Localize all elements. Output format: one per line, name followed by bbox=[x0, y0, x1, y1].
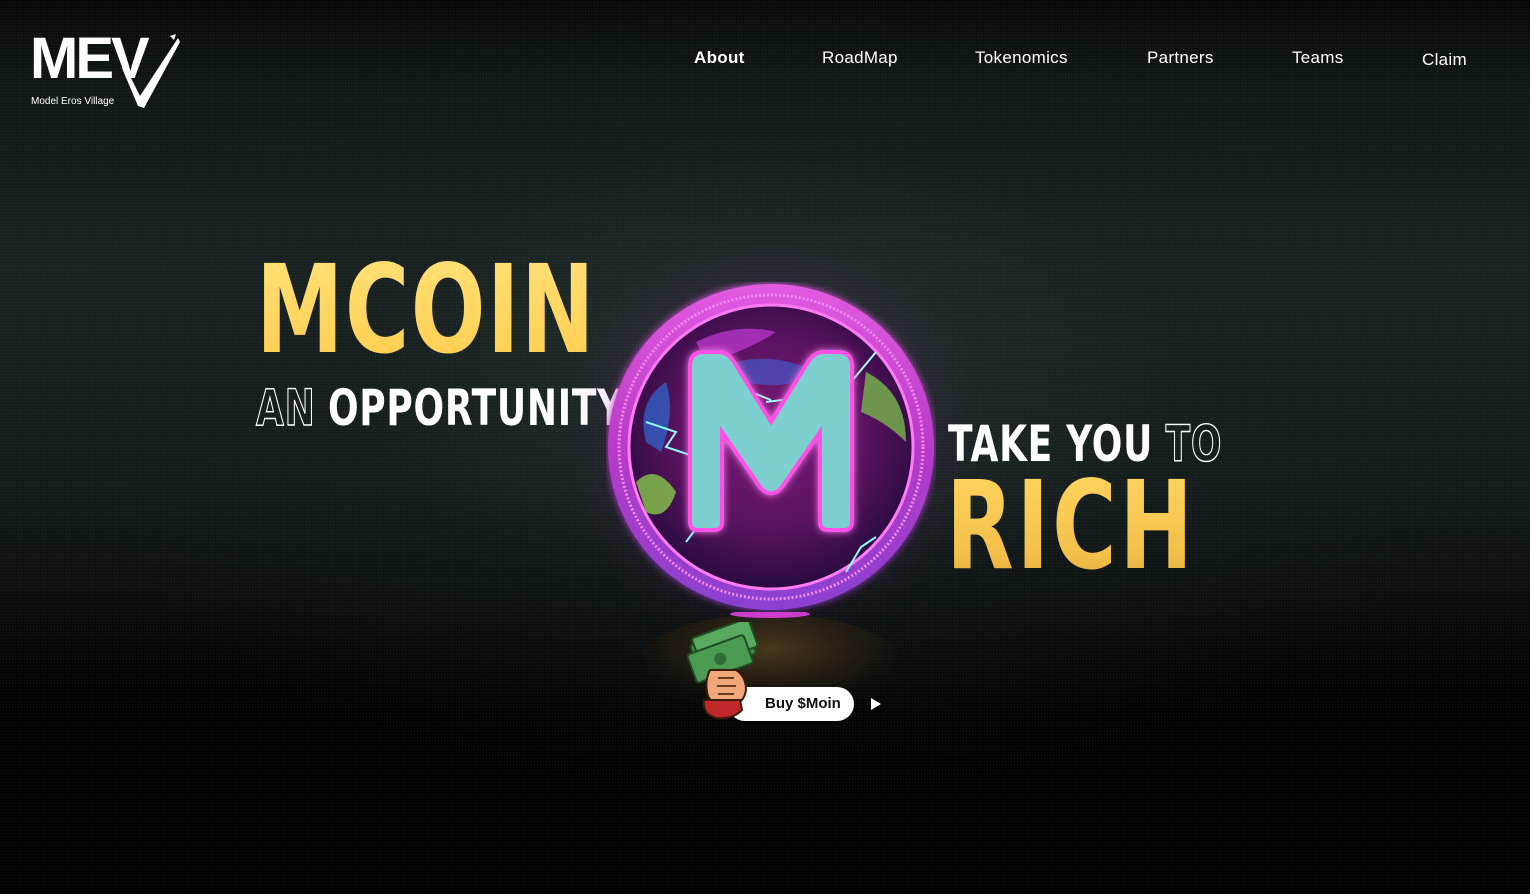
nav-item-roadmap[interactable]: RoadMap bbox=[822, 48, 898, 68]
logo-subtitle: Model Eros Village bbox=[31, 96, 115, 107]
play-icon[interactable] bbox=[870, 697, 882, 711]
hero-title-mcoin: MCOIN bbox=[256, 239, 596, 381]
logo-checkmark-icon bbox=[122, 34, 180, 108]
money-hand-icon bbox=[686, 622, 759, 720]
nav-item-about[interactable]: About bbox=[694, 48, 745, 68]
hero-word-an: AN bbox=[255, 379, 316, 437]
nav-item-teams[interactable]: Teams bbox=[1292, 48, 1344, 68]
nav-item-tokenomics[interactable]: Tokenomics bbox=[975, 48, 1068, 68]
nav-item-claim[interactable]: Claim bbox=[1422, 50, 1467, 70]
brand-logo[interactable]: MEV Model Eros Village bbox=[30, 28, 182, 110]
main-nav: About RoadMap Tokenomics Partners Teams … bbox=[0, 48, 1530, 72]
nav-item-partners[interactable]: Partners bbox=[1147, 48, 1214, 68]
mcoin-coin-icon bbox=[608, 284, 934, 610]
buy-cta: Buy $Moin bbox=[684, 622, 894, 726]
hero-title-rich: RICH bbox=[946, 455, 1196, 597]
hero-page: MEV Model Eros Village About RoadMap Tok… bbox=[0, 0, 1530, 894]
